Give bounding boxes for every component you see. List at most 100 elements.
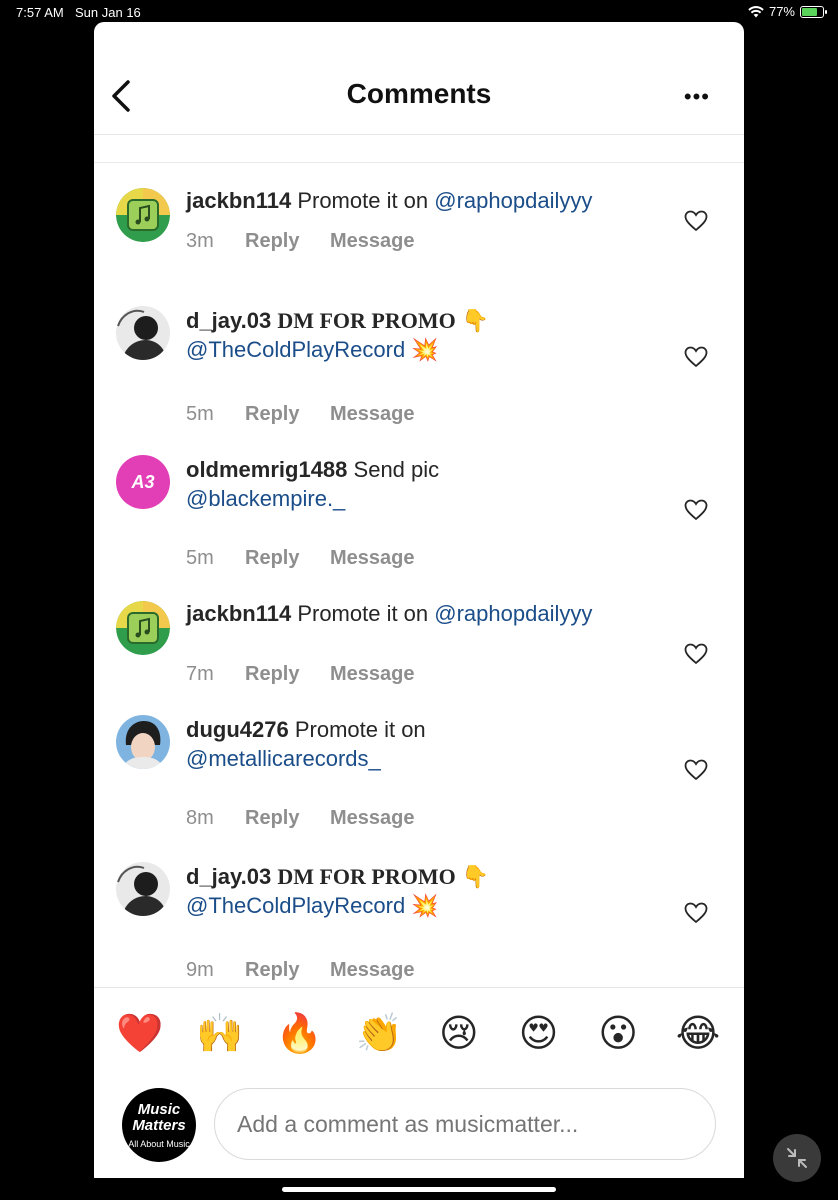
comment-mention[interactable]: @TheColdPlayRecord	[186, 337, 405, 362]
comment-meta: 5m Reply Message	[186, 403, 415, 426]
comment-username[interactable]: jackbn114	[186, 601, 291, 626]
comment-time: 8m	[186, 807, 214, 829]
reply-button[interactable]: Reply	[245, 807, 330, 830]
comment-composer: Music Matters All About Music	[94, 1086, 744, 1166]
music-note-icon	[116, 601, 170, 655]
laughing-emoji-button[interactable]: 😂	[674, 1010, 722, 1058]
comment-mention[interactable]: @raphopdailyyy	[434, 601, 592, 626]
comment-text: dugu4276 Promote it on @metallicarecords…	[186, 715, 648, 773]
comment-text: d_jay.03 DM FOR PROMO 👇 @TheColdPlayReco…	[186, 306, 648, 364]
comment-time: 5m	[186, 403, 214, 425]
comment-body: DM FOR PROMO	[277, 864, 456, 889]
comment-username[interactable]: d_jay.03	[186, 864, 271, 889]
comment-meta: 3m Reply Message	[186, 230, 415, 253]
comment-text: jackbn114 Promote it on @raphopdailyyy	[186, 186, 648, 215]
avatar[interactable]	[116, 188, 170, 242]
raised-hands-emoji-button[interactable]: 🙌	[196, 1010, 244, 1058]
avatar[interactable]	[116, 715, 170, 769]
status-bar: 7:57 AM Sun Jan 16 77%	[0, 0, 838, 24]
avatar[interactable]	[116, 862, 170, 916]
comment-meta: 9m Reply Message	[186, 959, 415, 982]
avatar[interactable]	[116, 306, 170, 360]
message-button[interactable]: Message	[330, 230, 415, 253]
reply-button[interactable]: Reply	[245, 230, 330, 253]
comment-time: 9m	[186, 959, 214, 981]
reply-button[interactable]: Reply	[245, 959, 330, 982]
like-heart-icon[interactable]	[684, 346, 708, 368]
message-button[interactable]: Message	[330, 959, 415, 982]
comment-text: oldmemrig1488 Send pic @blackempire._	[186, 455, 648, 513]
comment-time: 7m	[186, 663, 214, 685]
avatar[interactable]	[116, 601, 170, 655]
like-heart-icon[interactable]	[684, 210, 708, 232]
more-options-icon[interactable]: •••	[684, 84, 710, 110]
music-note-icon	[116, 188, 170, 242]
like-heart-icon[interactable]	[684, 643, 708, 665]
surprised-emoji-button[interactable]: 😮	[594, 1010, 642, 1058]
pointing-down-icon: 👇	[461, 864, 490, 889]
wifi-icon	[748, 5, 764, 17]
avatar-initials: A3	[131, 472, 155, 492]
reply-button[interactable]: Reply	[245, 403, 330, 426]
message-button[interactable]: Message	[330, 403, 415, 426]
avatar-logo-line3: All About Music	[128, 1139, 190, 1149]
like-heart-icon[interactable]	[684, 499, 708, 521]
message-button[interactable]: Message	[330, 663, 415, 686]
comment-input[interactable]	[214, 1088, 716, 1160]
comment-text: jackbn114 Promote it on @raphopdailyyy	[186, 599, 648, 628]
message-button[interactable]: Message	[330, 547, 415, 570]
my-avatar[interactable]: Music Matters All About Music	[122, 1088, 196, 1162]
home-indicator[interactable]	[282, 1187, 556, 1192]
crying-emoji-button[interactable]: 😢	[435, 1010, 483, 1058]
comment-time: 3m	[186, 230, 214, 252]
avatar-logo-line2: Matters	[132, 1117, 186, 1134]
comment-text: d_jay.03 DM FOR PROMO 👇 @TheColdPlayReco…	[186, 862, 648, 920]
header: Comments •••	[94, 22, 744, 135]
comment-mention[interactable]: @TheColdPlayRecord	[186, 893, 405, 918]
comments-sheet: Comments ••• jackbn114 Promote it on @ra…	[94, 22, 744, 1178]
comment-mention[interactable]: @metallicarecords_	[186, 746, 381, 771]
avatar[interactable]: A3	[116, 455, 170, 509]
profile-photo	[116, 306, 170, 360]
comment-meta: 8m Reply Message	[186, 807, 415, 830]
comment-body: Promote it on	[297, 188, 435, 213]
clapping-emoji-button[interactable]: 👏	[355, 1010, 403, 1058]
comment-meta: 5m Reply Message	[186, 547, 415, 570]
comment-body: Promote it on	[297, 601, 435, 626]
profile-photo	[116, 862, 170, 916]
status-time: 7:57 AM	[16, 5, 64, 20]
comment-mention[interactable]: @raphopdailyyy	[434, 188, 592, 213]
comment-mention[interactable]: @blackempire._	[186, 486, 345, 511]
like-heart-icon[interactable]	[684, 759, 708, 781]
profile-photo	[116, 715, 170, 769]
heart-emoji-button[interactable]: ❤️	[116, 1010, 164, 1058]
collapse-arrows-icon	[787, 1148, 807, 1168]
collision-icon: 💥	[411, 893, 439, 918]
status-date: Sun Jan 16	[75, 5, 141, 20]
comment-meta: 7m Reply Message	[186, 663, 415, 686]
pointing-down-icon: 👇	[461, 308, 490, 333]
avatar-logo-line1: Music	[137, 1101, 181, 1118]
battery-percent: 77%	[768, 4, 795, 19]
reply-button[interactable]: Reply	[245, 663, 330, 686]
comment-username[interactable]: dugu4276	[186, 717, 289, 742]
comment-username[interactable]: d_jay.03	[186, 308, 271, 333]
page-title: Comments	[346, 78, 492, 109]
battery-icon	[800, 5, 827, 18]
quick-emoji-bar: ❤️ 🙌 🔥 👏 😢 😍 😮 😂	[116, 1010, 722, 1058]
collision-icon: 💥	[411, 337, 439, 362]
message-button[interactable]: Message	[330, 807, 415, 830]
heart-eyes-emoji-button[interactable]: 😍	[515, 1010, 563, 1058]
divider	[94, 987, 744, 988]
fire-emoji-button[interactable]: 🔥	[275, 1010, 323, 1058]
like-heart-icon[interactable]	[684, 902, 708, 924]
comment-username[interactable]: jackbn114	[186, 188, 291, 213]
comment-body: Promote it on	[294, 717, 426, 742]
comment-body: DM FOR PROMO	[277, 308, 456, 333]
reply-button[interactable]: Reply	[245, 547, 330, 570]
comment-username[interactable]: oldmemrig1488	[186, 457, 347, 482]
collapse-button[interactable]	[773, 1134, 821, 1182]
comment-body: Send pic	[353, 457, 440, 482]
divider	[94, 162, 744, 163]
comment-time: 5m	[186, 547, 214, 569]
